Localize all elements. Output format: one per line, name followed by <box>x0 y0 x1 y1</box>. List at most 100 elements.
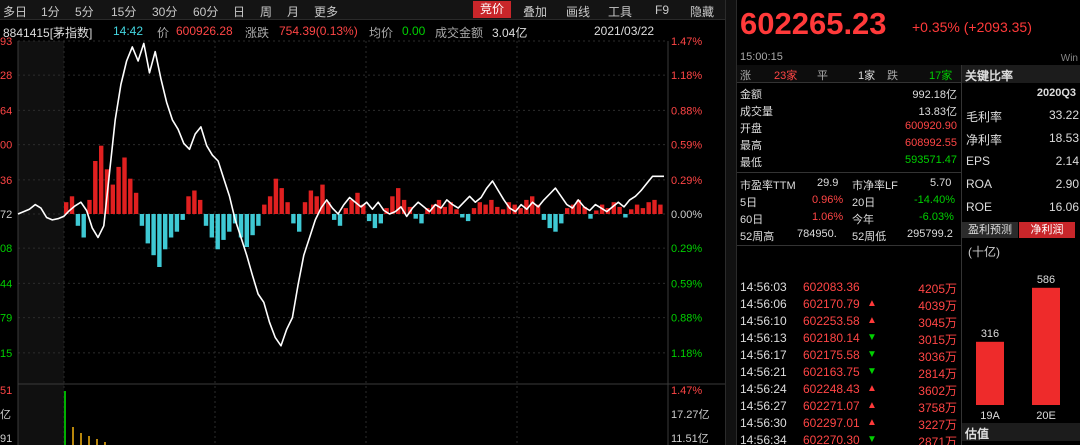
diff-bar-down <box>81 214 86 238</box>
diff-bar-down <box>244 214 249 247</box>
price-tick-label: 08 <box>0 243 12 255</box>
w52h-label: 52周高 <box>740 231 775 243</box>
pct-tick-label: 0.00% <box>671 209 702 221</box>
w52l-value: 295799.2 <box>907 228 953 240</box>
diff-bar-down <box>209 214 214 238</box>
tick-time: 14:56:06 <box>740 297 787 311</box>
valuation-row: 市盈率TTM 29.9 市净率LF 5.70 <box>737 175 961 192</box>
arrow-down-icon: ▼ <box>867 332 877 343</box>
diff-bar-down <box>541 214 547 220</box>
diff-bar-up <box>594 210 599 214</box>
week52-row: 52周高 784950. 52周低 295799.2 <box>737 226 961 243</box>
diff-bar-up <box>273 178 279 214</box>
price-tick-label: 64 <box>0 105 12 117</box>
tab-earnings-forecast[interactable]: 盈利预测 <box>962 222 1018 238</box>
diff-bar-down <box>465 214 471 222</box>
tick-price: 602175.58 <box>803 348 860 362</box>
breadth-row: 涨 23家 平 1家 跌 17家 <box>737 65 961 82</box>
intraday-chart[interactable]: 93 28 64 00 36 72 08 44 79 15 1.47% 1.18% 0.88% 0.59%… <box>0 0 725 445</box>
ytd-label: 今年 <box>852 214 874 226</box>
diff-bar-up <box>279 188 284 214</box>
diff-bar-up <box>99 145 104 214</box>
tick-time: 14:56:17 <box>740 348 787 362</box>
volume-tick-label: 51 <box>0 385 12 397</box>
arrow-down-icon: ▼ <box>867 349 877 360</box>
quote-time: 15:00:15 <box>740 51 783 63</box>
profit-bar <box>1032 287 1060 405</box>
diff-bar-up <box>471 208 477 214</box>
diff-bar-up <box>308 190 314 214</box>
profit-bar-value: 586 <box>1037 274 1055 286</box>
volume-tick-label: 91 <box>0 433 12 445</box>
price-tick-label: 93 <box>0 36 12 48</box>
diff-bar-up <box>646 202 651 214</box>
pct-tick-label: 0.59% <box>671 140 702 152</box>
tick-price: 602170.79 <box>803 297 860 311</box>
diff-bar-up <box>483 204 488 214</box>
separator <box>737 172 961 173</box>
valuation-title: 估值 <box>962 423 1080 441</box>
metric-value: 33.22 <box>1048 108 1079 122</box>
diff-bar-up <box>518 208 523 214</box>
tab-net-profit[interactable]: 净利润 <box>1019 222 1075 238</box>
diff-bar-down <box>180 214 185 220</box>
arrow-up-icon: ▲ <box>867 417 877 428</box>
quote-row: 金额 992.18亿 <box>737 84 961 101</box>
diff-bar-down <box>75 214 81 226</box>
tick-price: 602271.07 <box>803 399 860 413</box>
metric-label: EPS <box>966 154 991 168</box>
fall-label: 跌 <box>887 70 898 82</box>
diff-bar-up <box>87 199 92 214</box>
diff-bar-down <box>151 214 156 256</box>
volume-tick-label: 11.51亿 <box>671 432 709 445</box>
diff-bar-up <box>267 196 273 214</box>
tick-time: 14:56:03 <box>740 280 787 294</box>
diff-bar-down <box>297 214 302 232</box>
diff-bar-down <box>174 214 180 232</box>
volume-bar <box>96 439 98 445</box>
pct-tick-label: 0.59% <box>671 278 702 290</box>
pct-tick-label: 1.18% <box>671 70 702 82</box>
diff-bar-up <box>658 204 663 214</box>
metric-label: ROE <box>966 200 993 214</box>
tick-row: 14:56:03 602083.36 4205万 <box>737 278 961 296</box>
quote-row-label: 最低 <box>740 157 762 169</box>
fall-count: 17家 <box>929 70 953 82</box>
last-price: 602265.23 <box>740 6 887 41</box>
pct-tick-label: 1.18% <box>671 348 702 360</box>
diff-bar-down <box>559 214 564 224</box>
diff-bar-down <box>203 214 209 226</box>
tick-row: 14:56:17 602175.58 ▼ 3036万 <box>737 346 961 364</box>
diff-bar-up <box>262 204 267 214</box>
price-tick-label: 79 <box>0 313 12 325</box>
diff-bar-up <box>192 190 197 214</box>
tick-volume: 2871万 <box>918 435 957 445</box>
quote-row-value: 608992.55 <box>905 137 957 149</box>
diff-bar-up <box>634 204 640 214</box>
metric-row: ROA 2.90 <box>962 174 1080 194</box>
tick-time: 14:56:27 <box>740 399 787 413</box>
volume-tick-label: 亿 <box>0 408 11 421</box>
diff-bar-up <box>349 199 354 214</box>
quote-row-value: 992.18亿 <box>912 89 957 101</box>
diff-bar-up <box>186 196 191 214</box>
diff-bar-down <box>337 214 343 226</box>
pct-tick-label: 0.88% <box>671 313 702 325</box>
quote-row-label: 金额 <box>740 89 762 101</box>
diff-bar-up <box>652 199 657 214</box>
diff-bar-up <box>302 202 308 214</box>
quote-row-value: 600920.90 <box>905 120 957 132</box>
return-row-1: 5日 0.96% 20日 -14.40% <box>737 192 961 209</box>
volume-bar <box>64 391 66 445</box>
diff-bar-up <box>314 196 319 214</box>
w52h-value: 784950. <box>797 228 837 240</box>
d20-label: 20日 <box>852 197 876 209</box>
diff-bar-up <box>116 166 121 214</box>
diff-bar-up <box>495 206 500 214</box>
panel-divider[interactable] <box>725 0 737 445</box>
pct-tick-label: 0.88% <box>671 105 702 117</box>
metric-value: 2.90 <box>1055 177 1079 191</box>
diff-bar-up <box>477 202 482 214</box>
pct-tick-label: 0.29% <box>671 175 702 187</box>
price-tick-label: 72 <box>0 209 12 221</box>
